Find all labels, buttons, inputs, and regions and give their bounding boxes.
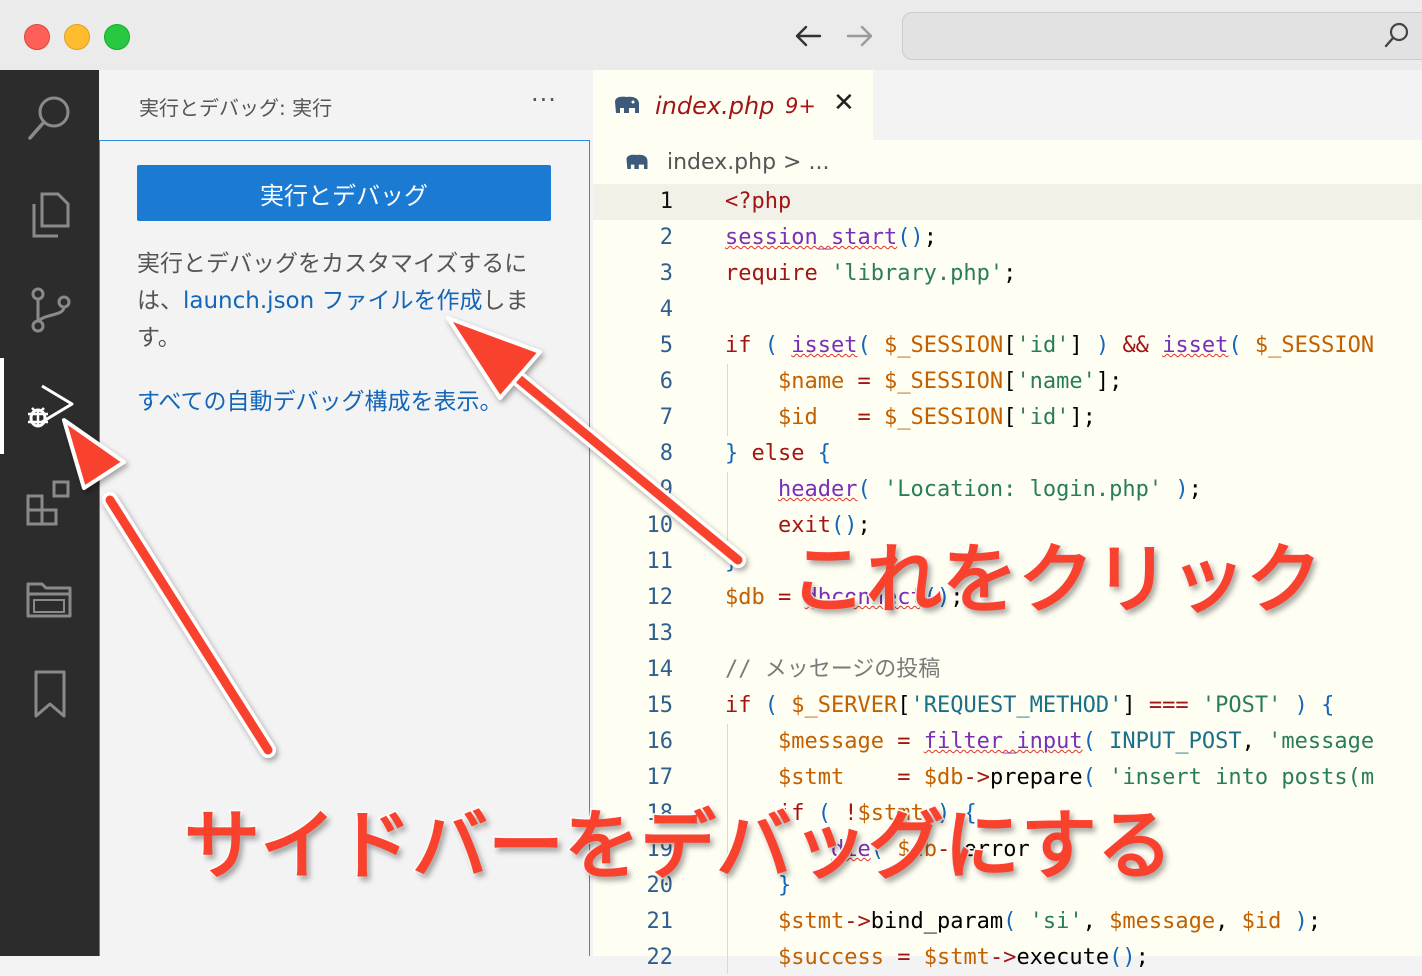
code-line: 8} else { <box>659 441 831 466</box>
code-line: 21 $stmt->bind_param( 'si', $message, $i… <box>646 909 1322 934</box>
source-control-icon <box>31 287 71 333</box>
code-line: 5 if ( isset( $_SESSION['id'] ) && isset(… <box>659 333 1375 358</box>
activity-run-debug[interactable] <box>0 358 99 454</box>
magnifier-icon[interactable] <box>1382 20 1412 50</box>
customize-text: 実行とデバッグをカスタマイズするには、launch.json ファイルを作成しま… <box>137 246 557 357</box>
extensions-icon <box>26 480 70 526</box>
run-debug-icon <box>28 384 74 428</box>
breadcrumb[interactable]: index.php > ... <box>667 150 829 175</box>
tab-strip: index.php 9+ ✕ <box>593 70 1422 140</box>
minimize-window-button[interactable] <box>64 24 90 50</box>
code-line: 1 <?php <box>593 184 1422 220</box>
code-line: 2 session_start(); <box>659 225 937 250</box>
code-line: 15 if ( $_SERVER['REQUEST_METHOD'] === 'P… <box>646 693 1335 718</box>
show-all-debug-configs-link[interactable]: すべての自動デバッグ構成を表示。 <box>137 382 502 416</box>
php-elephant-icon <box>615 96 639 113</box>
files-icon <box>32 192 70 238</box>
activity-bar <box>0 70 99 956</box>
code-line: 6 $name = $_SESSION['name']; <box>659 369 1123 394</box>
active-indicator <box>0 358 4 454</box>
tab-index-php[interactable]: index.php 9+ ✕ <box>593 70 873 140</box>
annotation-click-this: これをクリック <box>789 534 1324 626</box>
code-line: 16 $message = filter_input( INPUT_POST, … <box>646 729 1375 754</box>
arrow-left-icon[interactable] <box>790 18 826 54</box>
zoom-window-button[interactable] <box>104 24 130 50</box>
annotation-sidebar-debug: サイドバーをデバッグにする <box>183 800 1175 892</box>
code-line: 3 require 'library.php'; <box>659 261 1017 286</box>
create-launch-json-link[interactable]: launch.json ファイルを作成 <box>183 288 483 314</box>
window-titlebar <box>0 0 1422 71</box>
indent-guide <box>727 364 728 436</box>
arrow-right-icon[interactable] <box>842 18 878 54</box>
activity-source-control[interactable] <box>0 262 99 358</box>
activity-explorer[interactable] <box>0 166 99 262</box>
bookmark-icon <box>34 670 66 718</box>
code-line: 7 $id = $_SESSION['id']; <box>659 405 1096 430</box>
problems-badge: 9+ <box>785 94 816 118</box>
indent-guide <box>727 472 728 544</box>
search-icon <box>28 96 70 140</box>
activity-folder[interactable] <box>0 550 99 646</box>
code-line: 22 $success = $stmt->execute(); <box>646 945 1149 970</box>
folder-icon <box>26 582 72 618</box>
close-window-button[interactable] <box>24 24 50 50</box>
code-line: 14// メッセージの投稿 <box>646 657 941 682</box>
run-and-debug-button[interactable]: 実行とデバッグ <box>137 165 551 221</box>
sidebar-title: 実行とデバッグ: 実行 <box>139 96 333 120</box>
more-actions-button[interactable]: ··· <box>531 86 557 114</box>
activity-extensions[interactable] <box>0 454 99 550</box>
code-line: 4 <box>659 297 673 322</box>
code-line: 9 header( 'Location: login.php' ); <box>659 477 1202 502</box>
activity-bookmarks[interactable] <box>0 646 99 742</box>
close-tab-icon[interactable]: ✕ <box>833 88 855 118</box>
command-center-search[interactable] <box>902 12 1422 60</box>
activity-search[interactable] <box>0 70 99 166</box>
tab-filename: index.php <box>655 92 775 120</box>
php-elephant-icon <box>626 154 648 169</box>
